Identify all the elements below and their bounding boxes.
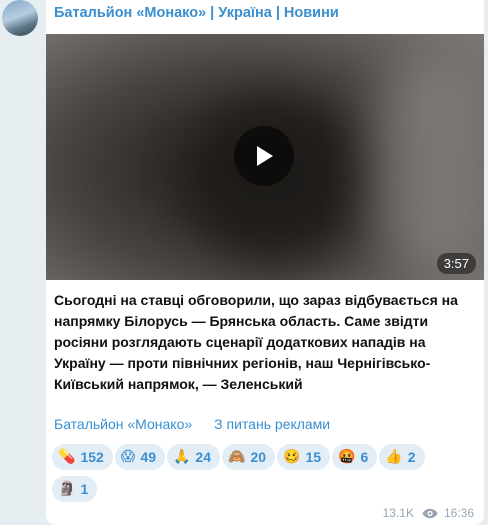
message-bubble: Батальйон «Монако» | Україна | Новини 3:… [46, 0, 484, 525]
ads-link[interactable]: З питань реклами [214, 416, 330, 432]
message-text: Сьогодні на ставці обговорили, що зараз … [54, 292, 458, 392]
screaming-face-icon: 😱 [120, 449, 136, 465]
reaction-thumbs-up[interactable]: 👍 2 [379, 444, 425, 470]
see-no-evil-monkey-icon: 🙈 [228, 449, 246, 465]
reaction-count: 152 [80, 449, 104, 465]
channel-avatar[interactable] [2, 0, 38, 36]
folded-hands-icon: 🙏 [172, 449, 191, 465]
reaction-count: 20 [250, 449, 267, 465]
reaction-count: 6 [360, 449, 369, 465]
message-time: 16:36 [443, 506, 474, 520]
reaction-cursing-face[interactable]: 🤬 6 [332, 444, 378, 470]
reaction-see-no-evil-monkey[interactable]: 🙈 20 [222, 444, 276, 470]
reaction-count: 1 [80, 481, 89, 497]
pill-icon: 💊 [58, 449, 76, 465]
video-blur-shape [376, 54, 484, 274]
cursing-face-icon: 🤬 [338, 449, 356, 465]
channel-link[interactable]: Батальйон «Монако» [54, 416, 192, 432]
woozy-face-icon: 🥴 [283, 449, 301, 465]
reaction-count: 49 [140, 449, 156, 465]
thumbs-up-icon: 👍 [385, 449, 403, 465]
reaction-count: 24 [195, 449, 211, 465]
moai-icon: 🗿 [58, 481, 76, 497]
reaction-pill[interactable]: 💊 152 [52, 444, 113, 470]
eye-icon [422, 508, 438, 519]
play-button[interactable] [234, 126, 294, 186]
reaction-screaming-face[interactable]: 😱 49 [114, 444, 165, 470]
reaction-folded-hands[interactable]: 🙏 24 [166, 444, 220, 470]
message-meta: 13.1K 16:36 [383, 506, 474, 520]
message-links: Батальйон «Монако» З питань реклами [54, 416, 330, 432]
play-icon [257, 146, 273, 166]
video-preview[interactable]: 3:57 [46, 34, 484, 280]
view-count: 13.1K [382, 506, 414, 520]
reaction-moai[interactable]: 🗿 1 [52, 476, 98, 502]
reaction-count: 2 [407, 449, 416, 465]
reaction-count: 15 [305, 449, 322, 465]
channel-name[interactable]: Батальйон «Монако» | Україна | Новини [54, 5, 339, 21]
reaction-woozy-face[interactable]: 🥴 15 [277, 444, 331, 470]
reactions-bar: 💊 152 😱 49 🙏 24 🙈 20 🥴 15 🤬 6 👍 2 🗿 1 [52, 444, 472, 508]
video-duration: 3:57 [436, 253, 476, 274]
